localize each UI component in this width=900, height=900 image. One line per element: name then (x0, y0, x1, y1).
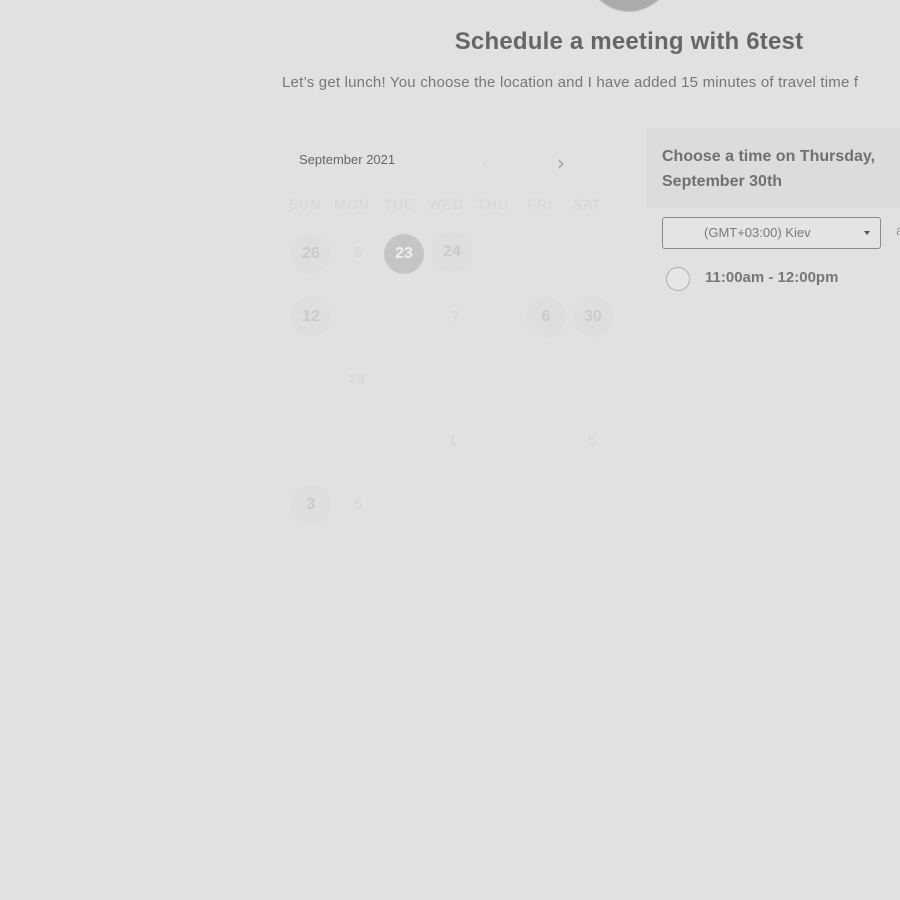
calendar-day: 7 (451, 308, 459, 324)
event-description: Let’s get lunch! You choose the location… (282, 74, 859, 91)
selected-date-heading: Choose a time on Thursday, September 30t… (662, 148, 876, 190)
weekday-sat: SAT (572, 196, 602, 212)
previous-month-button[interactable]: ‹ (481, 150, 489, 176)
time-slot-label[interactable]: 11:00am - 12:00pm (705, 269, 838, 286)
weekday-mon: MON (334, 196, 370, 212)
next-month-button[interactable]: › (557, 150, 565, 176)
calendar-day[interactable]: 26 (291, 234, 331, 274)
weekday-wed: WED (428, 196, 464, 212)
host-avatar (586, 0, 672, 12)
calendar-day[interactable]: 12 (291, 297, 331, 337)
calendar-day: 28 (349, 370, 365, 386)
weekday-sun: SUN (288, 196, 322, 212)
calendar-day: 5 (588, 432, 596, 448)
timezone-value: (GMT+03:00) Kiev (704, 225, 811, 240)
calendar-day[interactable]: 6 (526, 297, 566, 337)
calendar-day-today[interactable]: 23 (384, 234, 424, 274)
calendar-day: 5 (354, 244, 362, 260)
calendar-day[interactable]: 24 (432, 232, 472, 272)
calendar-day[interactable]: 3 (291, 485, 331, 525)
weekday-thu: THU (477, 196, 509, 212)
calendar-day[interactable]: 30 (573, 297, 613, 337)
weekday-tue: TUE (383, 196, 415, 212)
caret-down-icon (864, 231, 870, 235)
calendar-day: 5 (354, 496, 362, 512)
month-label: September 2021 (299, 152, 396, 167)
calendar-day: 1 (449, 432, 457, 448)
page-title: Schedule a meeting with 6test (454, 28, 804, 55)
time-slot-radio[interactable] (666, 267, 690, 291)
weekday-fri: FRI (527, 196, 553, 212)
time-format-toggle[interactable]: a (896, 222, 900, 238)
timezone-select[interactable]: (GMT+03:00) Kiev (662, 217, 881, 249)
